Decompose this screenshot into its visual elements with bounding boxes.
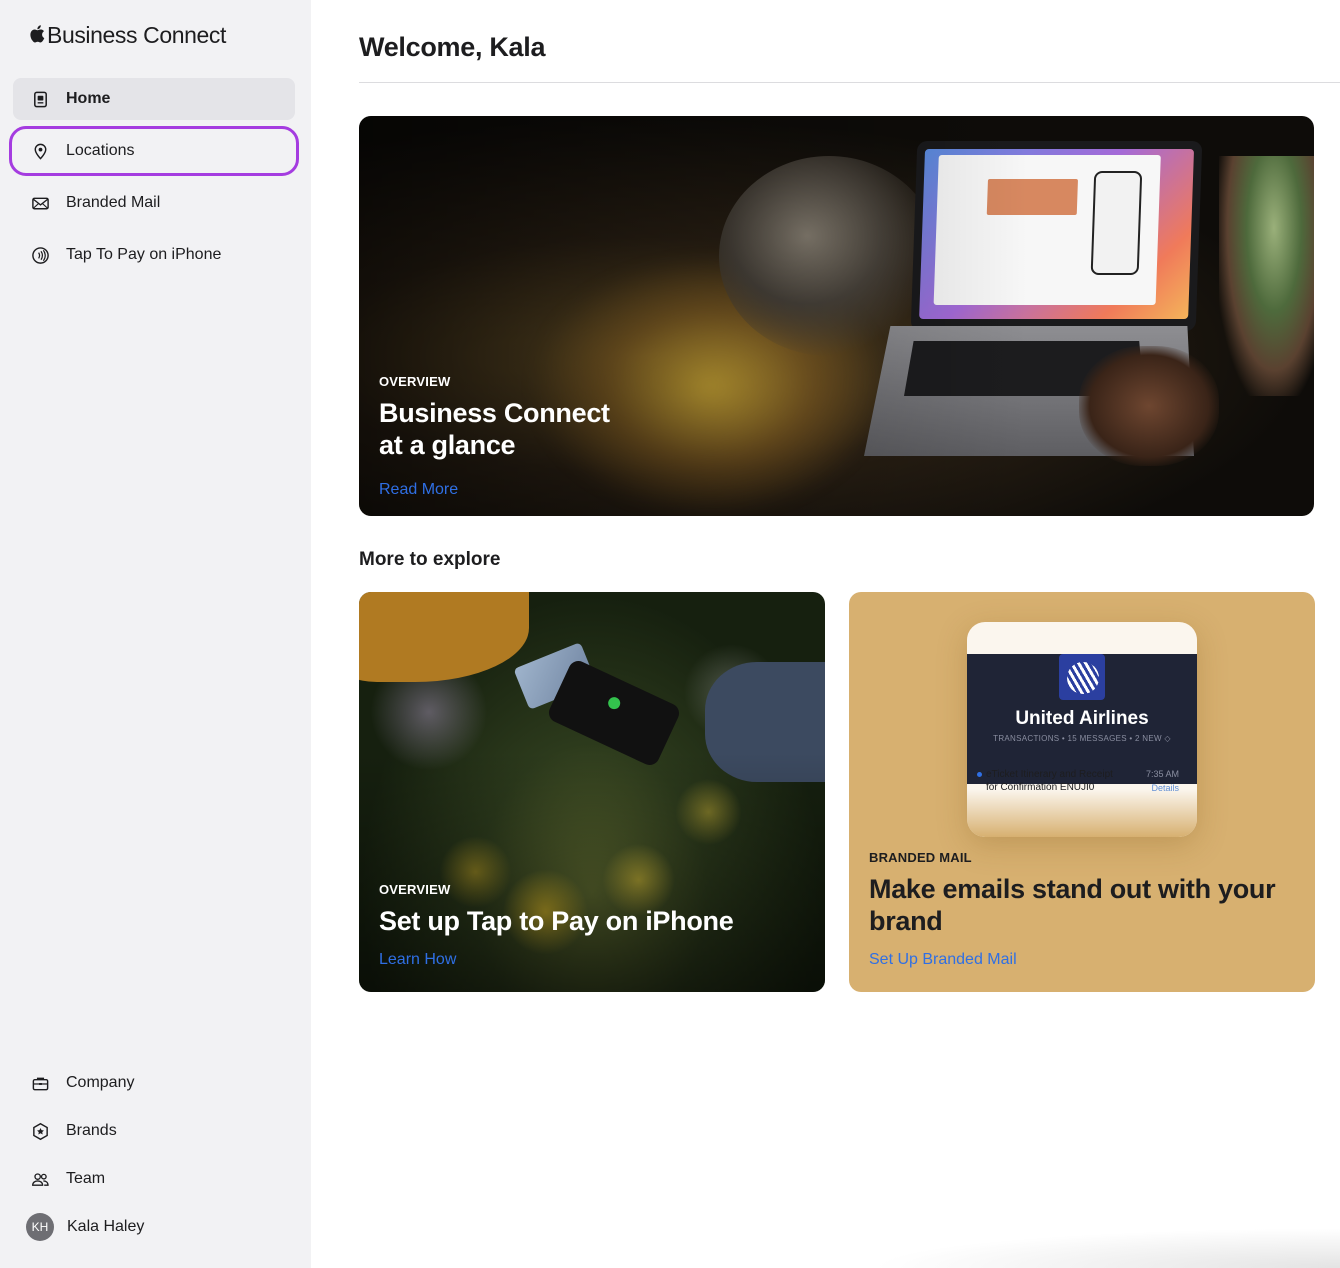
sidebar-item-team[interactable]: Team xyxy=(13,1159,295,1199)
hero-title: Business Connect at a glance xyxy=(379,397,639,461)
hero-text: OVERVIEW Business Connect at a glance Re… xyxy=(379,374,639,499)
sidebar-item-label: Tap To Pay on iPhone xyxy=(66,246,222,263)
tap-card-text: OVERVIEW Set up Tap to Pay on iPhone Lea… xyxy=(379,882,734,969)
sidebar-item-label: Company xyxy=(66,1074,135,1091)
branded-mail-card[interactable]: United Airlines TRANSACTIONS • 15 MESSAG… xyxy=(849,592,1315,992)
sidebar-item-user[interactable]: KH Kala Haley xyxy=(13,1207,295,1247)
avatar: KH xyxy=(26,1213,54,1241)
mail-card-title-line2: brand xyxy=(869,906,943,936)
mock-time: 7:35 AM xyxy=(1145,769,1179,779)
hero-title-line2: at a glance xyxy=(379,430,516,460)
mail-card-title: Make emails stand out with your brand xyxy=(869,873,1299,937)
brand[interactable]: Business Connect xyxy=(28,22,226,49)
learn-how-link[interactable]: Learn How xyxy=(379,951,456,969)
set-up-branded-mail-link[interactable]: Set Up Branded Mail xyxy=(869,951,1017,969)
sidebar-item-branded-mail[interactable]: Branded Mail xyxy=(13,182,295,224)
sidebar: Business Connect Home Locations Branded … xyxy=(0,0,311,1268)
sidebar-item-locations[interactable]: Locations xyxy=(9,126,299,176)
mock-fade xyxy=(967,789,1197,837)
unread-dot-icon xyxy=(977,771,982,777)
sidebar-item-label: Branded Mail xyxy=(66,194,161,211)
tap-card-eyebrow: OVERVIEW xyxy=(379,882,451,897)
mail-preview-mock: United Airlines TRANSACTIONS • 15 MESSAG… xyxy=(967,622,1197,837)
airline-logo-icon xyxy=(1059,654,1105,700)
page-title: Welcome, Kala xyxy=(359,32,546,62)
sidebar-item-label: Locations xyxy=(66,142,135,159)
tap-card-title: Set up Tap to Pay on iPhone xyxy=(379,906,734,936)
envelope-icon xyxy=(30,193,50,213)
people-icon xyxy=(30,1169,50,1189)
apple-logo-icon xyxy=(30,25,45,43)
mock-meta: TRANSACTIONS • 15 MESSAGES • 2 NEW ◇ xyxy=(993,734,1171,743)
mock-airline-name: United Airlines xyxy=(1015,708,1149,729)
contactless-icon xyxy=(30,245,50,265)
home-icon xyxy=(30,89,50,109)
sidebar-item-company[interactable]: Company xyxy=(13,1063,295,1103)
corner-shadow xyxy=(870,1228,1340,1268)
sidebar-item-label: Home xyxy=(66,90,111,107)
hero-card[interactable]: OVERVIEW Business Connect at a glance Re… xyxy=(359,116,1314,516)
location-pin-icon xyxy=(30,141,50,161)
brand-name: Business Connect xyxy=(47,22,226,48)
sidebar-item-brands[interactable]: Brands xyxy=(13,1111,295,1151)
sidebar-nav: Home Locations Branded Mail Tap To Pay o… xyxy=(9,78,299,286)
briefcase-icon xyxy=(30,1073,50,1093)
read-more-link[interactable]: Read More xyxy=(379,481,458,499)
sidebar-item-tap-to-pay[interactable]: Tap To Pay on iPhone xyxy=(13,234,295,276)
user-name: Kala Haley xyxy=(67,1218,145,1235)
sidebar-bottom-nav: Company Brands Team KH Kala Haley xyxy=(13,1063,295,1255)
tap-to-pay-card[interactable]: OVERVIEW Set up Tap to Pay on iPhone Lea… xyxy=(359,592,825,992)
sidebar-item-label: Team xyxy=(66,1170,106,1187)
star-badge-icon xyxy=(30,1121,50,1141)
divider xyxy=(359,82,1340,83)
sidebar-item-home[interactable]: Home xyxy=(13,78,295,120)
mail-card-text: BRANDED MAIL Make emails stand out with … xyxy=(869,850,1299,969)
hero-eyebrow: OVERVIEW xyxy=(379,374,451,389)
mock-subject-line1: eTicket Itinerary and Receipt xyxy=(986,769,1113,780)
hero-title-line1: Business Connect xyxy=(379,398,610,428)
mail-card-title-line1: Make emails stand out with your xyxy=(869,874,1276,904)
section-title: More to explore xyxy=(359,549,501,570)
mail-card-eyebrow: BRANDED MAIL xyxy=(869,850,972,865)
sidebar-item-label: Brands xyxy=(66,1122,117,1139)
